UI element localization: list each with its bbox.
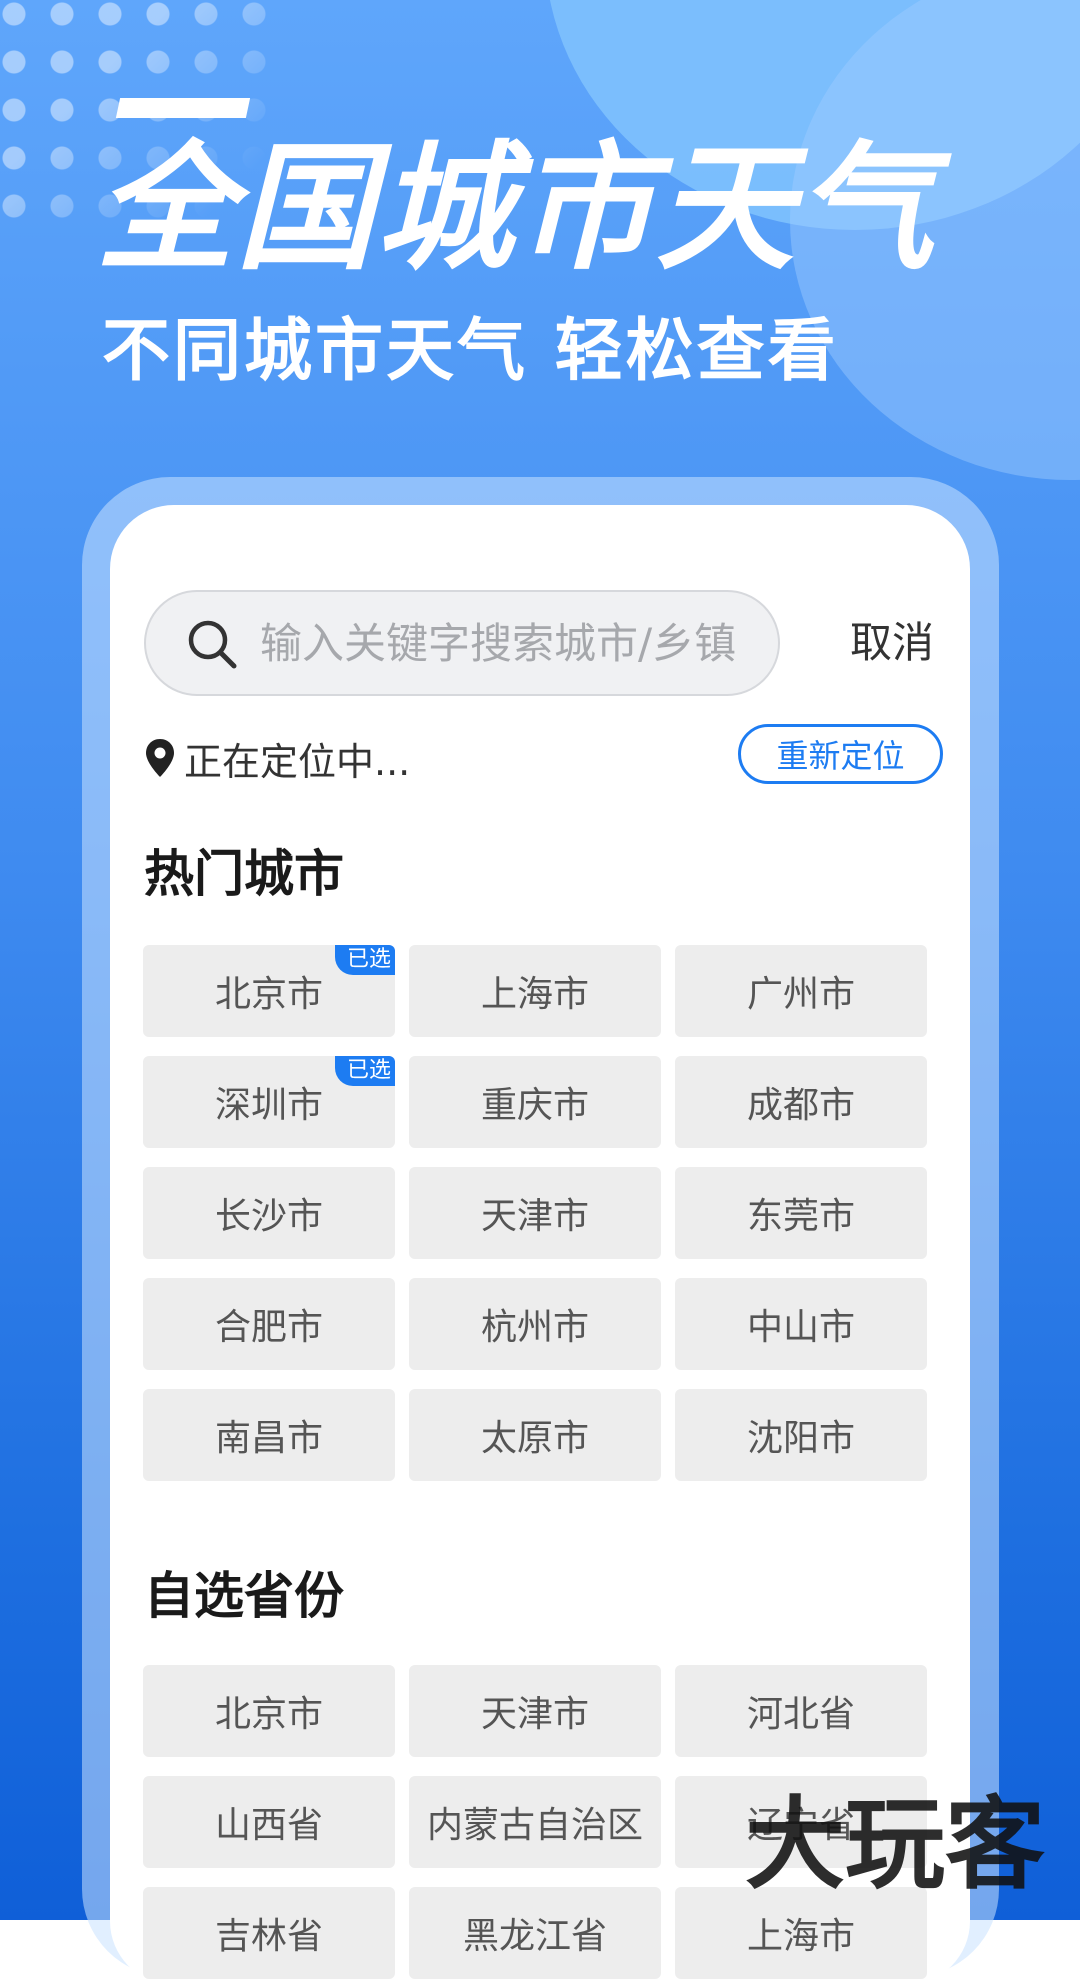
hot-city-button[interactable]: 成都市 [675, 1056, 927, 1148]
hot-city-button[interactable]: 上海市 [409, 945, 661, 1037]
city-label: 杭州市 [480, 1307, 589, 1348]
city-label: 合肥市 [214, 1307, 323, 1348]
cancel-button[interactable]: 取消 [850, 619, 934, 666]
hot-cities-title: 热门城市 [144, 845, 344, 903]
hot-city-button[interactable]: 深圳市 已选 [143, 1056, 395, 1148]
city-label: 东莞市 [746, 1196, 855, 1237]
province-button[interactable]: 黑龙江省 [409, 1887, 661, 1979]
search-bar[interactable] [144, 590, 780, 696]
province-label: 天津市 [480, 1694, 589, 1735]
city-label: 沈阳市 [746, 1418, 855, 1459]
province-label: 内蒙古自治区 [426, 1805, 643, 1846]
city-label: 深圳市 [214, 1085, 323, 1126]
province-label: 吉林省 [214, 1916, 323, 1957]
selected-badge: 已选 [334, 1056, 395, 1086]
location-pin-icon [146, 739, 174, 777]
search-icon [188, 620, 237, 669]
title-dash-decoration [115, 98, 251, 118]
hot-city-button[interactable]: 太原市 [409, 1389, 661, 1481]
province-button[interactable]: 山西省 [143, 1776, 395, 1868]
city-label: 太原市 [480, 1418, 589, 1459]
hot-city-button[interactable]: 杭州市 [409, 1278, 661, 1370]
hot-city-button[interactable]: 东莞市 [675, 1167, 927, 1259]
province-button[interactable]: 北京市 [143, 1665, 395, 1757]
city-label: 北京市 [214, 974, 323, 1015]
hot-city-button[interactable]: 长沙市 [143, 1167, 395, 1259]
hot-city-button[interactable]: 南昌市 [143, 1389, 395, 1481]
province-label: 上海市 [746, 1916, 855, 1957]
province-label: 山西省 [214, 1805, 323, 1846]
selected-badge: 已选 [334, 945, 395, 975]
province-label: 黑龙江省 [462, 1916, 607, 1957]
city-label: 长沙市 [214, 1196, 323, 1237]
city-search-screen: 取消 正在定位中... 重新定位 热门城市 北京市已选上海市广州市深圳市已选重庆… [110, 505, 970, 1985]
watermark-logo: 大玩客 [745, 1786, 1045, 1903]
province-label: 北京市 [214, 1694, 323, 1735]
city-label: 重庆市 [480, 1085, 589, 1126]
search-input[interactable] [260, 592, 760, 694]
hot-city-button[interactable]: 北京市 已选 [143, 945, 395, 1037]
hot-city-button[interactable]: 合肥市 [143, 1278, 395, 1370]
province-button[interactable]: 吉林省 [143, 1887, 395, 1979]
hot-city-button[interactable]: 沈阳市 [675, 1389, 927, 1481]
city-label: 成都市 [746, 1085, 855, 1126]
hero-title: 全国城市天气 [96, 128, 937, 289]
location-status: 正在定位中... [144, 733, 411, 784]
location-status-text: 正在定位中... [184, 739, 411, 784]
city-label: 天津市 [480, 1196, 589, 1237]
province-button[interactable]: 内蒙古自治区 [409, 1776, 661, 1868]
city-label: 中山市 [746, 1307, 855, 1348]
relocate-button[interactable]: 重新定位 [738, 724, 943, 784]
province-label: 河北省 [746, 1694, 855, 1735]
province-button[interactable]: 天津市 [409, 1665, 661, 1757]
hot-city-button[interactable]: 中山市 [675, 1278, 927, 1370]
province-button[interactable]: 河北省 [675, 1665, 927, 1757]
hot-cities-grid: 北京市 已选 上海市 广州市 深圳市 已选 重庆市 成都市 长沙市 天津市 东莞市 合肥市 杭州市 中山市… [143, 945, 927, 1481]
city-label: 广州市 [746, 974, 855, 1015]
hot-city-button[interactable]: 重庆市 [409, 1056, 661, 1148]
provinces-title: 自选省份 [144, 1567, 344, 1625]
hot-city-button[interactable]: 广州市 [675, 945, 927, 1037]
hero-subtitle: 不同城市天气 轻松查看 [102, 312, 839, 391]
hot-city-button[interactable]: 天津市 [409, 1167, 661, 1259]
city-label: 上海市 [480, 974, 589, 1015]
city-label: 南昌市 [214, 1418, 323, 1459]
